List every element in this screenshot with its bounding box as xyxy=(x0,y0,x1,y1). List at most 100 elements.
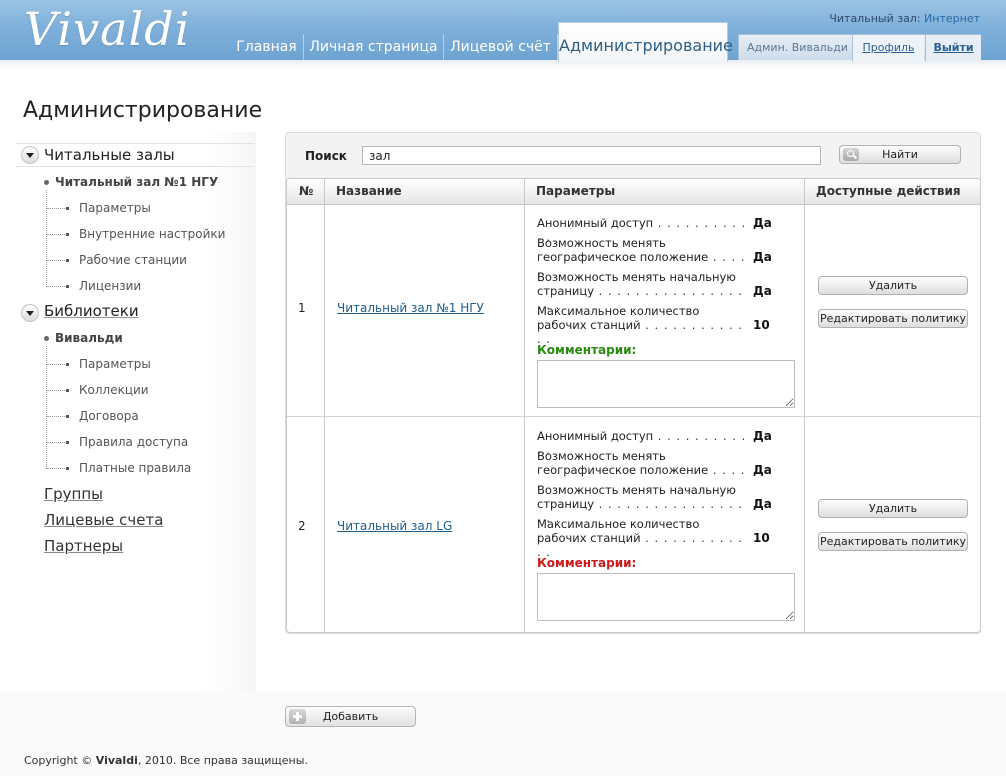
tree-line xyxy=(47,390,67,391)
param-name-text: Анонимный доступ xyxy=(537,429,654,443)
bullet-icon xyxy=(44,180,49,185)
tree-line xyxy=(47,208,67,209)
column-header-actions: Доступные действия xyxy=(804,179,980,205)
sidebar-item-library-access-rules[interactable]: Правила доступа xyxy=(79,435,188,449)
tree-line xyxy=(47,234,67,235)
tree-line xyxy=(47,286,67,287)
bullet-icon xyxy=(44,336,49,341)
search-button[interactable]: Найти xyxy=(839,145,961,164)
page-title: Администрирование xyxy=(23,98,263,123)
tree-node-icon xyxy=(66,207,69,210)
row-number: 2 xyxy=(298,519,306,533)
copyright-suffix: , 2010. Все права защищены. xyxy=(137,754,308,767)
param-name-text: рабочих станций xyxy=(537,531,641,545)
header-divider xyxy=(0,60,1006,70)
column-header-name: Название xyxy=(324,179,524,205)
sidebar-item-library[interactable]: Вивальди xyxy=(55,331,123,345)
tree-line xyxy=(46,190,47,287)
param-value: 10 xyxy=(753,318,770,332)
tree-node-icon xyxy=(66,233,69,236)
profile-link[interactable]: Профиль xyxy=(852,35,924,61)
vivaldi-logo[interactable]: Vivaldi xyxy=(24,2,190,56)
tab-home[interactable]: Главная xyxy=(230,34,304,60)
param-value: Да xyxy=(753,250,772,264)
param-value: Да xyxy=(753,429,772,443)
param-name-text: Анонимный доступ xyxy=(537,216,654,230)
user-box: Админ. Вивальди ↦ Профиль Выйти xyxy=(738,34,981,61)
param-label: Максимальное количество рабочих станций .… xyxy=(537,304,747,346)
sidebar-item-library-paid-rules[interactable]: Платные правила xyxy=(79,461,191,475)
param-name-text: Возможность менять xyxy=(537,236,666,250)
collapse-toggle-icon[interactable] xyxy=(21,304,39,322)
sidebar-item-hall-internal-settings[interactable]: Внутренние настройки xyxy=(79,227,225,241)
comment-label: Комментарии: xyxy=(537,343,637,357)
tree-node-icon xyxy=(66,389,69,392)
delete-button[interactable]: Удалить xyxy=(818,276,968,295)
param-label: Максимальное количество рабочих станций .… xyxy=(537,517,747,559)
tree-node-icon xyxy=(66,467,69,470)
sidebar-link-groups[interactable]: Группы xyxy=(44,485,103,503)
param-value: Да xyxy=(753,497,772,511)
sidebar-item-hall-workstations[interactable]: Рабочие станции xyxy=(79,253,187,267)
sidebar-item-library-contracts[interactable]: Договора xyxy=(79,409,139,423)
search-icon xyxy=(843,148,859,161)
sidebar-section-libraries[interactable]: Библиотеки xyxy=(44,302,139,320)
tree-line xyxy=(47,260,67,261)
tree-node-icon xyxy=(66,441,69,444)
reading-hall-prefix: Читальный зал: xyxy=(829,12,925,25)
add-button-label: Добавить xyxy=(322,710,379,723)
param-name-text: Возможность менять начальную xyxy=(537,483,736,497)
add-button[interactable]: Добавить xyxy=(285,706,416,727)
param-name-text: географическое положение xyxy=(537,250,709,264)
param-name-text: географическое положение xyxy=(537,463,709,477)
column-divider xyxy=(804,179,805,632)
param-name-text: рабочих станций xyxy=(537,318,641,332)
copyright-prefix: Copyright © xyxy=(24,754,96,767)
comment-label: Комментарии: xyxy=(537,556,637,570)
search-label: Поиск xyxy=(305,149,347,163)
tree-line xyxy=(47,416,67,417)
delete-button[interactable]: Удалить xyxy=(818,499,968,518)
hall-name-link[interactable]: Читальный зал LG xyxy=(337,519,452,533)
comment-field[interactable] xyxy=(537,360,795,408)
copyright: Copyright © Vivaldi, 2010. Все права защ… xyxy=(24,754,308,767)
sidebar-item-hall-params[interactable]: Параметры xyxy=(79,201,151,215)
sidebar-section-reading-halls[interactable]: Читальные залы xyxy=(44,146,175,164)
sidebar-item-library-collections[interactable]: Коллекции xyxy=(79,383,149,397)
param-value: Да xyxy=(753,463,772,477)
tree-node-icon xyxy=(66,285,69,288)
param-name-text: Максимальное количество xyxy=(537,304,700,318)
row-number: 1 xyxy=(298,301,306,315)
param-value: 10 xyxy=(753,531,770,545)
collapse-toggle-icon[interactable] xyxy=(21,146,39,164)
hall-name-link[interactable]: Читальный зал №1 НГУ xyxy=(337,301,484,315)
param-value: Да xyxy=(753,216,772,230)
param-name-text: Возможность менять xyxy=(537,449,666,463)
tree-node-icon xyxy=(66,363,69,366)
tab-account[interactable]: Лицевой счёт xyxy=(444,34,558,60)
column-divider xyxy=(524,179,525,632)
sidebar-item-library-params[interactable]: Параметры xyxy=(79,357,151,371)
tree-line xyxy=(47,442,67,443)
search-button-label: Найти xyxy=(882,148,918,161)
edit-policy-button[interactable]: Редактировать политику xyxy=(818,532,968,551)
sidebar-link-accounts[interactable]: Лицевые счета xyxy=(44,511,163,529)
sidebar-divider xyxy=(16,143,254,144)
sidebar-link-partners[interactable]: Партнеры xyxy=(44,537,123,555)
sidebar-item-hall-licenses[interactable]: Лицензии xyxy=(79,279,141,293)
param-name-text: Возможность менять начальную xyxy=(537,270,736,284)
param-value: Да xyxy=(753,284,772,298)
edit-policy-button[interactable]: Редактировать политику xyxy=(818,309,968,328)
sidebar-item-hall[interactable]: Читальный зал №1 НГУ xyxy=(55,175,218,189)
tree-node-icon xyxy=(66,415,69,418)
tab-administration[interactable]: Администрирование xyxy=(558,22,733,62)
tab-personal-page[interactable]: Личная страница xyxy=(304,34,444,60)
search-input[interactable] xyxy=(362,146,821,165)
param-name-text: Максимальное количество xyxy=(537,517,700,531)
tree-line xyxy=(47,364,67,365)
exit-link[interactable]: Выйти xyxy=(925,35,981,61)
comment-field[interactable] xyxy=(537,573,795,621)
sidebar-divider xyxy=(16,166,254,167)
user-name: Админ. Вивальди ↦ xyxy=(747,41,861,54)
reading-hall-indicator: Читальный зал: Интернет xyxy=(829,12,980,25)
